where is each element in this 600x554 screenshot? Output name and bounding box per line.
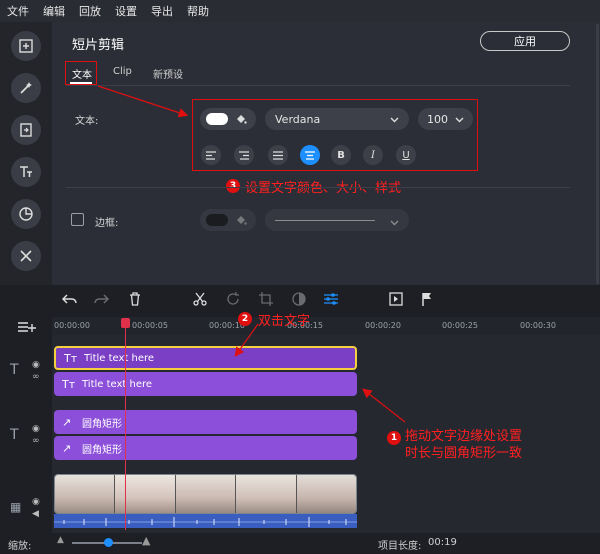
annotation-arrows [97,85,406,423]
project-length-value: 00:19 [428,537,457,548]
zoom-slider-thumb[interactable] [104,538,113,547]
project-length-label: 项目长度: [378,541,422,552]
status-bar: 缩放: ▲ ▲ 项目长度: 00:19 [0,533,600,554]
zoom-in-icon[interactable]: ▲ [142,534,150,547]
zoom-label: 缩放: [8,541,32,552]
zoom-out-icon[interactable]: ▲ [57,535,64,545]
